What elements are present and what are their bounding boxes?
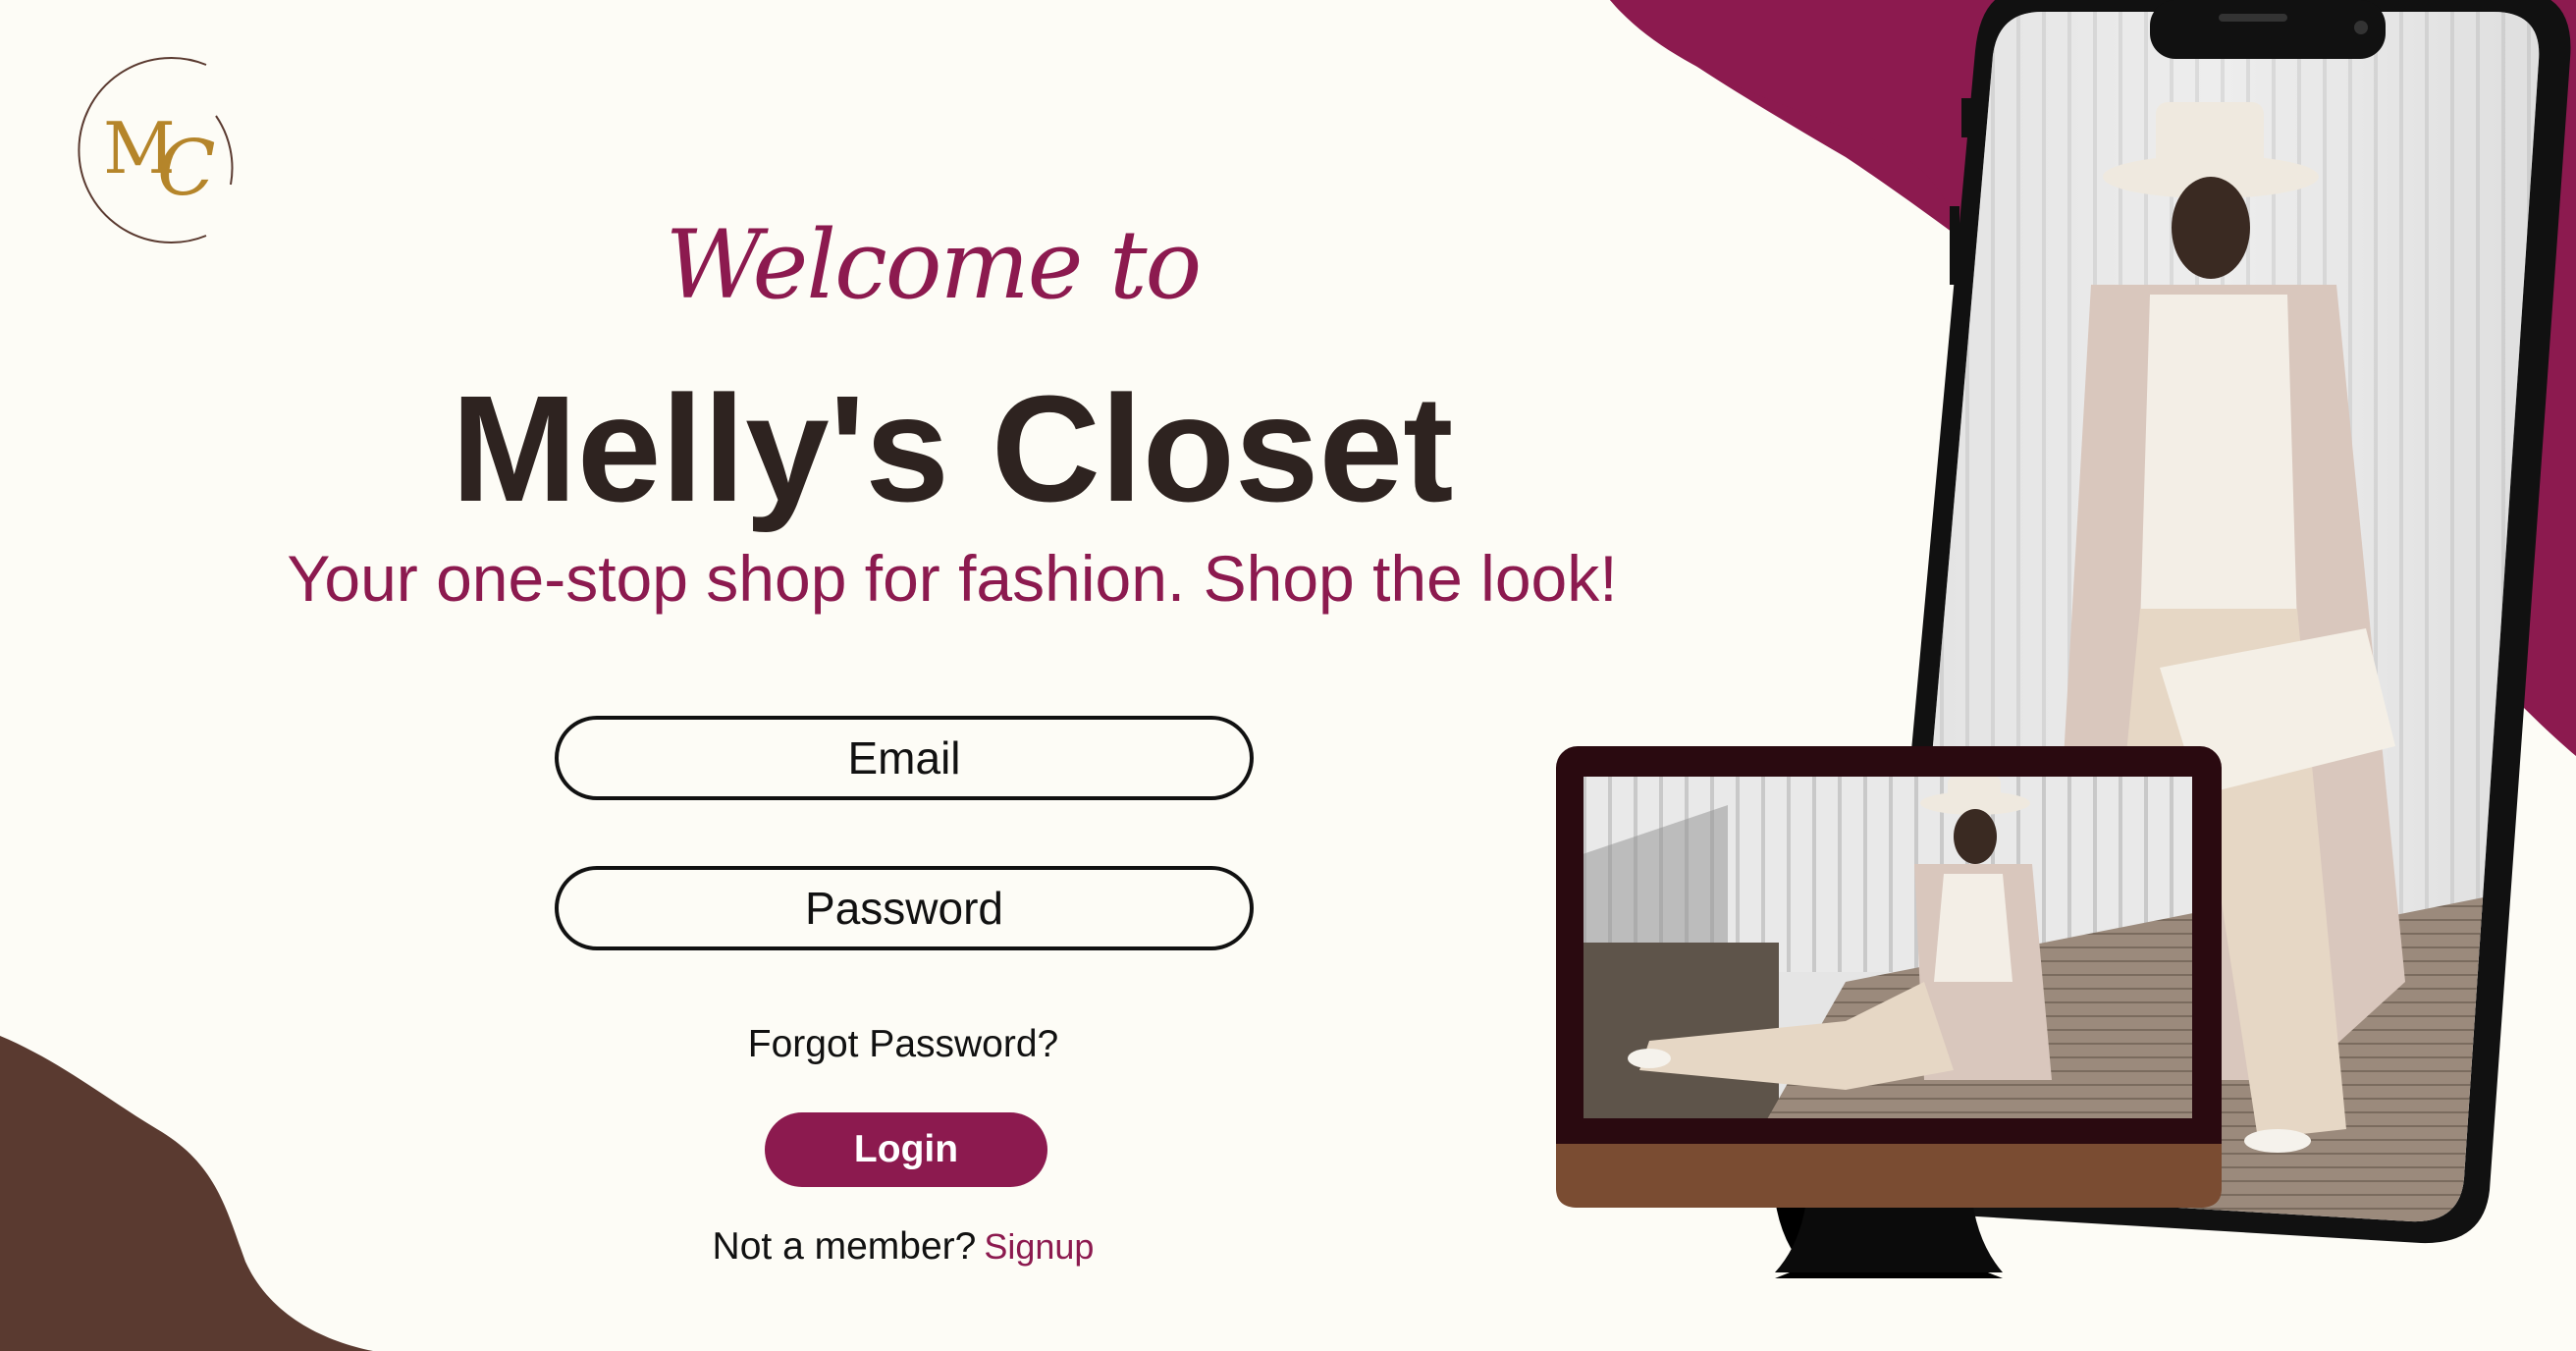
monitor-mockup [1556, 746, 2222, 1278]
device-mockups [1556, 0, 2571, 1278]
